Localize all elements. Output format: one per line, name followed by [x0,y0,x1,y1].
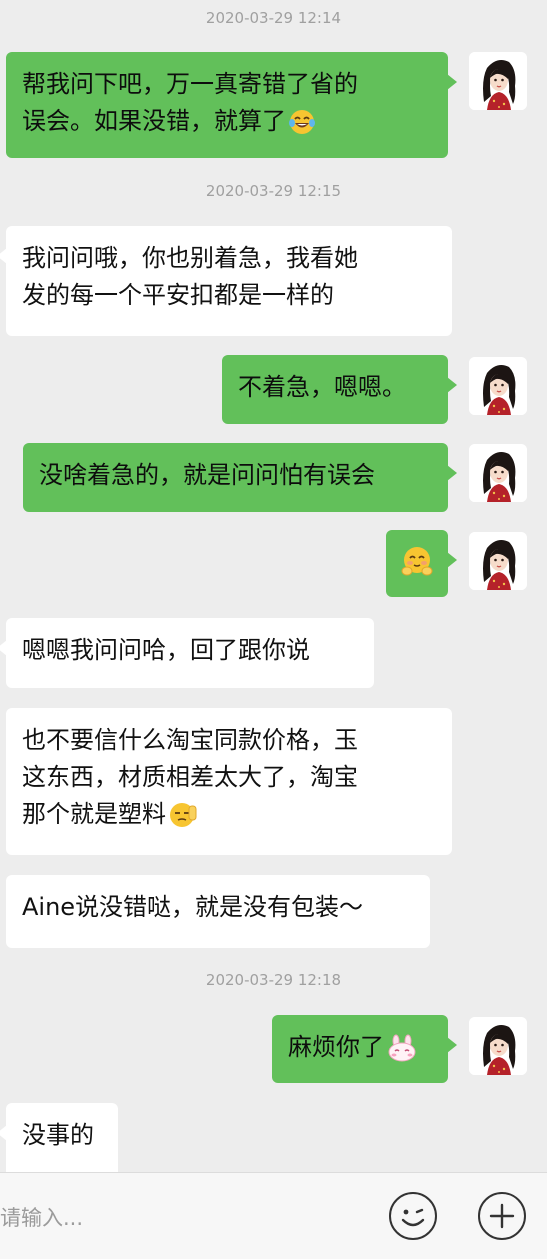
input-bar: 请输入... [0,1172,547,1259]
plus-icon[interactable] [477,1191,527,1241]
timestamp: 2020-03-29 12:15 [205,182,342,200]
message-bubble-sent[interactable]: 不着急，嗯嗯。 [222,355,457,424]
message-line: 帮我问下吧，万一真寄错了省的 [22,70,358,98]
message-line: 这东西，材质相差太大了，淘宝 [22,763,358,791]
salute-emoji [170,803,197,827]
message-line: 误会。如果没错，就算了 [22,103,432,140]
message-line: 也不要信什么淘宝同款价格，玉 [22,726,358,754]
message-bubble-received[interactable]: 嗯嗯我问问哈，回了跟你说 [0,618,374,688]
message-bubble-sent[interactable]: 麻烦你了 [272,1015,457,1083]
message-bubble-sent[interactable] [386,530,457,597]
timestamp: 2020-03-29 12:14 [205,9,342,27]
message-line: 那个就是塑料 [22,796,436,833]
message-line: 我问问哦，你也别着急，我看她 [22,244,358,272]
my-avatar[interactable] [469,52,527,110]
message-line: 不着急，嗯嗯。 [238,373,406,401]
chat-history[interactable]: 2020-03-29 12:14 帮我问下吧，万一真寄错了省的 误会。如果没错，… [0,0,547,1172]
blushing-hands-emoji [401,547,433,576]
message-line: 麻烦你了 [288,1029,432,1066]
message-bubble-received[interactable]: 我问问哦，你也别着急，我看她 发的每一个平安扣都是一样的 [0,226,452,336]
my-avatar[interactable] [469,357,527,415]
message-bubble-received[interactable]: 也不要信什么淘宝同款价格，玉 这东西，材质相差太大了，淘宝 那个就是塑料 [6,708,452,855]
message-line: 嗯嗯我问问哈，回了跟你说 [22,636,310,664]
message-line: 发的每一个平安扣都是一样的 [22,281,334,309]
my-avatar[interactable] [469,1017,527,1075]
my-avatar[interactable] [469,532,527,590]
message-line: Aine说没错哒，就是没有包装～ [22,893,364,921]
timestamp: 2020-03-29 12:18 [205,971,342,989]
bunny-emoji [388,1034,416,1062]
message-bubble-sent[interactable]: 没啥着急的，就是问问怕有误会 [23,443,457,512]
message-bubble-received[interactable]: Aine说没错哒，就是没有包装～ [6,875,430,948]
message-line: 没啥着急的，就是问问怕有误会 [39,461,375,489]
message-line: 没事的 [22,1121,94,1149]
message-input[interactable]: 请输入... [0,1203,83,1233]
tears-of-joy-emoji [289,110,315,134]
my-avatar[interactable] [469,444,527,502]
message-bubble-received[interactable]: 没事的 [0,1103,118,1172]
message-bubble-sent[interactable]: 帮我问下吧，万一真寄错了省的 误会。如果没错，就算了 [6,52,457,158]
smiley-icon[interactable] [388,1191,438,1241]
